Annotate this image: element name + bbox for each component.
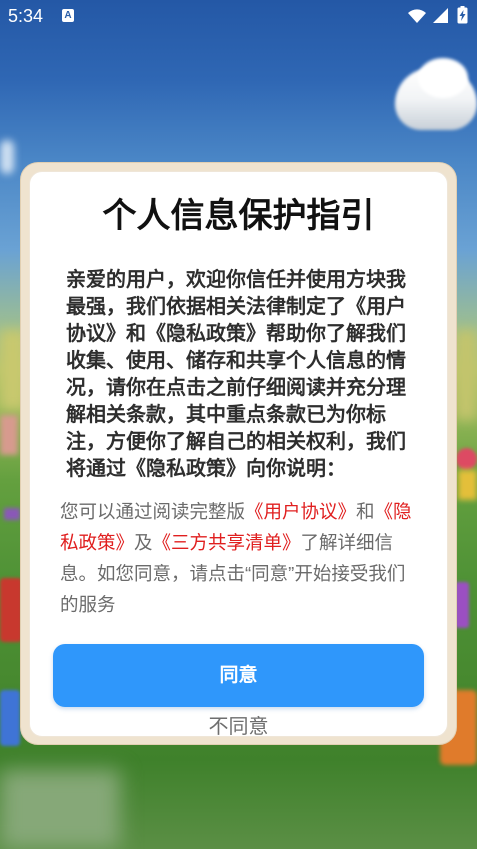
notice-text: 的服务 xyxy=(60,594,116,615)
privacy-dialog-panel: 个人信息保护指引 亲爱的用户，欢迎你信任并使用方块我 最强，我们依据相关法律制定… xyxy=(29,171,448,739)
intro-line: 将通过《隐私政策》向你说明： xyxy=(66,458,346,480)
background-cloud xyxy=(418,58,468,98)
a-notification-icon: A xyxy=(62,9,74,22)
privacy-policy-link[interactable]: 《隐 xyxy=(375,501,412,522)
background-red-block xyxy=(0,578,22,642)
status-bar: 5:34 A xyxy=(0,0,477,32)
notice-line: 的服务 xyxy=(60,589,412,620)
background-house xyxy=(0,415,18,455)
background-ground xyxy=(455,330,477,420)
wifi-icon xyxy=(408,9,426,23)
intro-line: 解相关条款，其中重点条款已为你标 xyxy=(66,404,386,426)
notice-text: 及 xyxy=(134,532,153,553)
notice-line: 息。如您同意，请点击“同意”开始接受我们 xyxy=(60,558,412,589)
intro-line: 况，请你在点击之前仔细阅读并充分理 xyxy=(66,377,406,399)
notice-line: 您可以通过阅读完整版《用户协议》和《隐 xyxy=(60,496,412,527)
dialog-title: 个人信息保护指引 xyxy=(102,197,375,235)
privacy-policy-link[interactable]: 私政策》 xyxy=(60,532,134,553)
background-grass xyxy=(0,770,120,849)
battery-charging-icon xyxy=(457,6,468,24)
notification-glyph: A xyxy=(64,10,72,21)
notice-paragraph: 您可以通过阅读完整版《用户协议》和《隐 私政策》及《三方共享清单》了解详细信 息… xyxy=(60,496,412,620)
signal-icon xyxy=(433,8,448,23)
user-agreement-link[interactable]: 《用户协议》 xyxy=(245,501,356,522)
notice-text: 了解详细信 xyxy=(300,532,394,553)
intro-line: 注，方便你了解自己的相关权利，我们 xyxy=(66,431,406,453)
background-heart xyxy=(456,448,477,470)
disagree-button[interactable]: 不同意 xyxy=(30,715,447,739)
intro-paragraph: 亲爱的用户，欢迎你信任并使用方块我 最强，我们依据相关法律制定了《用户 协议》和… xyxy=(66,267,406,483)
agree-button[interactable]: 同意 xyxy=(53,644,424,707)
background-yellow-block xyxy=(458,470,477,500)
third-party-sharing-list-link[interactable]: 《三方共享清单》 xyxy=(153,532,301,553)
notice-line: 私政策》及《三方共享清单》了解详细信 xyxy=(60,527,412,558)
notice-text: 您可以通过阅读完整版 xyxy=(60,501,246,522)
background-purple-block xyxy=(4,508,20,520)
agree-button-label: 同意 xyxy=(219,665,258,686)
background-cloud xyxy=(0,140,14,174)
notice-text: 息。如您同意，请点击“同意”开始接受我们 xyxy=(60,563,406,584)
privacy-dialog: 个人信息保护指引 亲爱的用户，欢迎你信任并使用方块我 最强，我们依据相关法律制定… xyxy=(20,162,457,745)
notice-text: 和 xyxy=(356,501,375,522)
intro-line: 最强，我们依据相关法律制定了《用户 xyxy=(66,296,406,318)
intro-line: 协议》和《隐私政策》帮助你了解我们 xyxy=(66,323,406,345)
intro-line: 收集、使用、储存和共享个人信息的情 xyxy=(66,350,406,372)
background-purple-block xyxy=(455,582,469,628)
status-time: 5:34 xyxy=(8,6,44,26)
intro-line: 亲爱的用户，欢迎你信任并使用方块我 xyxy=(66,269,406,291)
background-blue-block xyxy=(0,690,20,746)
